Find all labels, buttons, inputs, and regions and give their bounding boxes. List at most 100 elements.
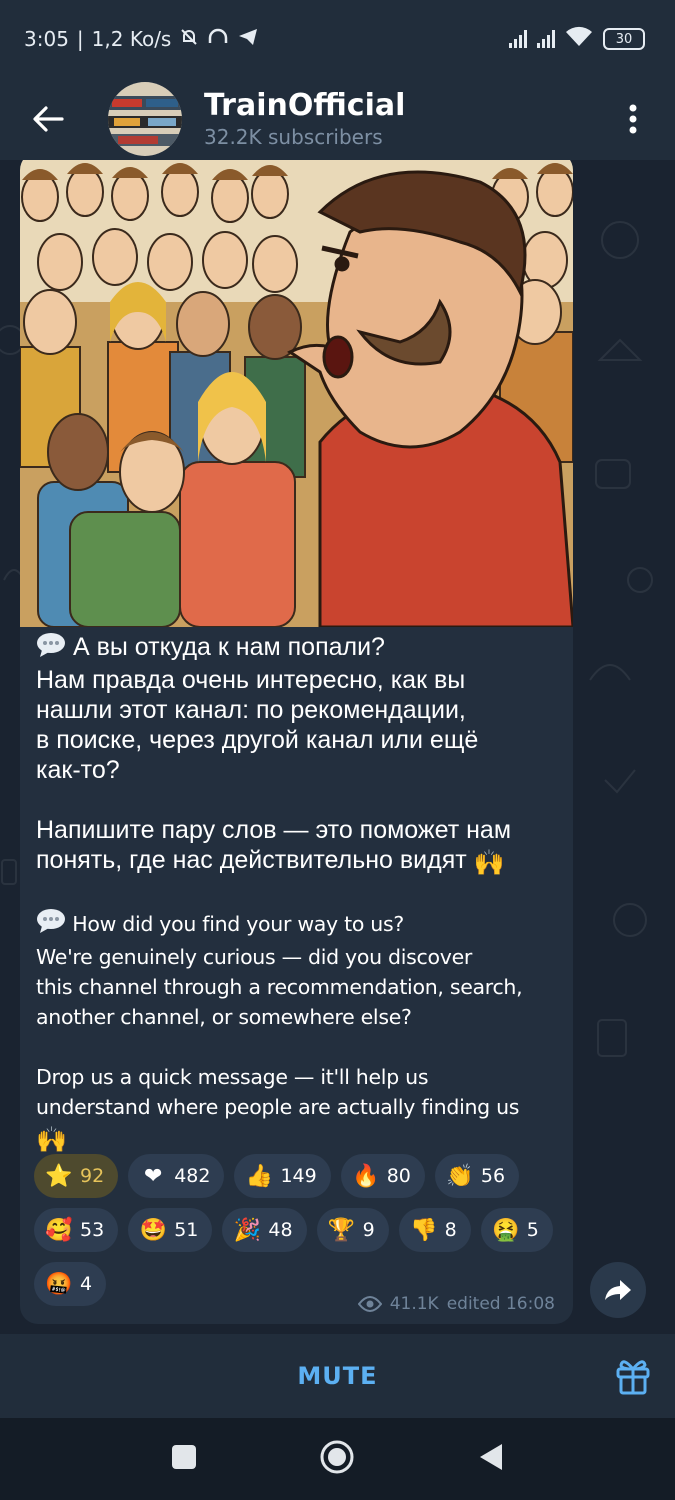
reaction-count: 8 [444,1219,457,1241]
chat-area[interactable]: А вы откуда к нам попали? Нам правда оче… [0,160,675,1334]
reaction-count: 48 [268,1219,293,1241]
header-text[interactable]: TrainOfficial 32.2K subscribers [204,88,603,150]
signal-icon [537,30,555,48]
reaction-count: 482 [174,1165,211,1187]
reaction-count: 51 [174,1219,199,1241]
reaction-chip[interactable]: 👍 149 [234,1154,331,1198]
message-text: А вы откуда к нам попали? Нам правда оче… [36,632,566,1155]
battery-level: 30 [615,31,633,47]
mute-button[interactable]: MUTE [297,1362,377,1390]
reaction-count: 9 [362,1219,375,1241]
fire-icon: 🔥 [352,1163,380,1189]
eye-icon [357,1296,382,1312]
status-left: 3:05 | 1,2 Ko/s [24,27,259,52]
reaction-chip[interactable]: ❤ 482 [128,1154,225,1198]
reaction-count: 53 [80,1219,105,1241]
share-arrow-icon [605,1280,631,1300]
status-bar: 3:05 | 1,2 Ko/s 30 [0,0,675,78]
ru-line-2: Нам правда очень интересно, как вы [36,666,466,694]
reaction-count: 92 [80,1165,105,1187]
message-line: понять, где нас действительно видят 🙌 [36,845,566,878]
reaction-count: 80 [386,1165,411,1187]
cursing-icon: 🤬 [45,1271,73,1297]
headphones-icon [207,27,229,52]
reaction-chip[interactable]: 🤬 4 [34,1262,107,1306]
speech-bubble-icon [36,908,66,942]
post-image[interactable] [20,160,573,627]
back-button[interactable] [0,78,96,160]
more-vertical-icon [629,104,637,134]
gift-icon [616,1360,650,1395]
ru-line-3: нашли этот канал: по рекомендации, [36,696,466,724]
reaction-count: 5 [526,1219,539,1241]
en-line-5: Drop us a quick message — it'll help us [36,1065,429,1089]
network-speed: 1,2 Ko/s [91,27,172,51]
ru-line-4: в поиске, через другой канал или ещё [36,726,479,754]
telegram-icon [237,27,259,52]
reaction-chip[interactable]: 🎉 48 [222,1208,307,1252]
ru-line-7: понять, где нас действительно видят [36,846,467,874]
status-divider: | [76,27,84,51]
back-nav-button[interactable] [478,1442,504,1476]
share-button[interactable] [590,1262,646,1318]
signal-icon [509,30,527,48]
home-button[interactable] [319,1439,355,1479]
more-options-button[interactable] [603,78,663,160]
star-struck-icon: 🤩 [139,1217,167,1243]
reaction-chip[interactable]: 🏆 9 [316,1208,389,1252]
channel-name: TrainOfficial [204,88,406,123]
channel-avatar[interactable] [108,82,182,156]
message-meta: 41.1K edited 16:08 [357,1294,555,1314]
channel-post[interactable]: А вы откуда к нам попали? Нам правда оче… [20,160,573,1324]
en-line-1: How did you find your way to us? [72,912,404,936]
speech-bubble-icon [36,632,66,665]
reaction-count: 4 [80,1273,93,1295]
en-line-4: another channel, or somewhere else? [36,1005,412,1029]
reaction-chip[interactable]: 👏 56 [434,1154,520,1198]
en-line-3: this channel through a recommendation, s… [36,975,523,999]
arrow-left-icon [33,106,64,132]
reaction-chip[interactable]: 🤮 5 [480,1208,553,1252]
home-circle-icon [320,1440,354,1474]
reactions-list: ⭐ 92 ❤ 482 👍 149 🔥 80 👏 56 🥰 53 🤩 51 🎉 48 🏆 9 👎 8 🤮 5 🤬 4 [34,1154,564,1306]
system-nav-bar [0,1418,675,1500]
clapping-icon: 👏 [446,1163,474,1189]
star-icon: ⭐ [45,1163,73,1189]
clock: 3:05 [24,27,69,51]
vomiting-icon: 🤮 [492,1217,520,1243]
ru-line-6: Напишите пару слов — это поможет нам [36,816,512,844]
triangle-back-icon [479,1444,502,1470]
smiling-hearts-icon: 🥰 [45,1217,73,1243]
chat-header: TrainOfficial 32.2K subscribers [0,78,675,160]
view-count: 41.1K [389,1294,439,1314]
message-line: 🙌 [36,1122,566,1155]
reaction-chip[interactable]: 👎 8 [398,1208,471,1252]
battery-icon: 30 [603,28,645,50]
recents-button[interactable] [171,1444,197,1474]
reaction-chip[interactable]: 🥰 53 [34,1208,119,1252]
ru-line-1: А вы откуда к нам попали? [72,633,385,661]
heart-icon: ❤ [143,1163,163,1189]
message-line: How did you find your way to us? [36,908,566,942]
edited-time: edited 16:08 [446,1294,555,1314]
bottom-bar: MUTE [0,1334,675,1418]
en-line-2: We're genuinely curious — did you discov… [36,945,473,969]
status-right: 30 [509,26,645,53]
reaction-chip[interactable]: ⭐ 92 [34,1154,119,1198]
trophy-icon: 🏆 [327,1217,356,1243]
thumbs-up-icon: 👍 [245,1163,274,1189]
reaction-chip[interactable]: 🤩 51 [128,1208,213,1252]
mute-bell-icon [179,27,199,52]
raising-hands-icon: 🙌 [473,849,505,877]
subscriber-count: 32.2K subscribers [204,125,383,149]
ru-line-5: как-то? [36,756,120,784]
raising-hands-icon: 🙌 [36,1126,68,1154]
gift-button[interactable] [613,1356,653,1396]
en-line-6: understand where people are actually fin… [36,1095,520,1119]
reaction-count: 149 [280,1165,317,1187]
reaction-chip[interactable]: 🔥 80 [340,1154,425,1198]
message-line: А вы откуда к нам попали? [36,632,566,665]
